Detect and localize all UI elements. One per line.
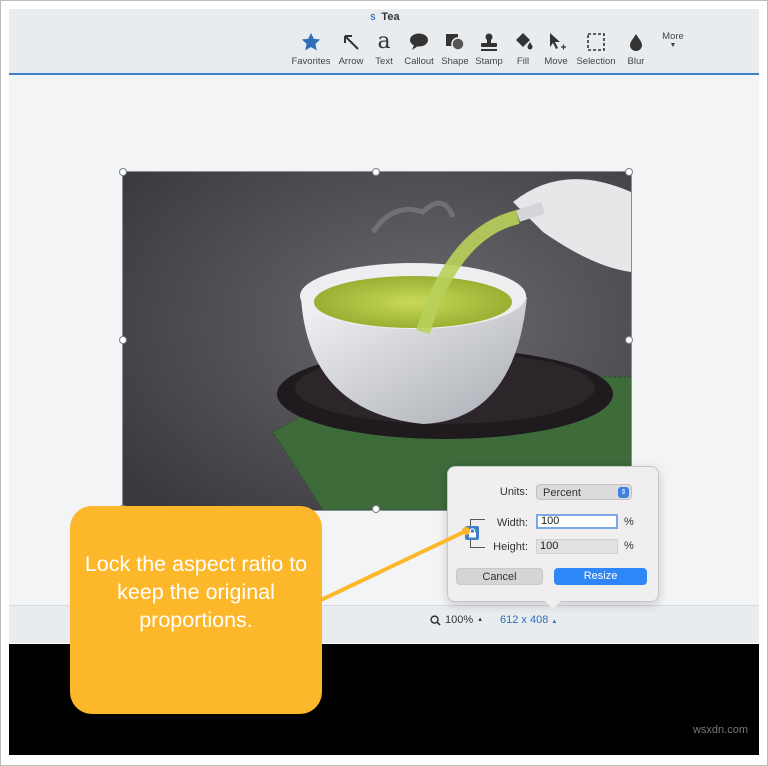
chevron-down-icon: ▼ <box>669 42 677 49</box>
watermark: wsxdn.com <box>692 724 748 736</box>
units-select[interactable]: Percent ⇕ <box>536 484 632 500</box>
tool-label: Blur <box>627 56 645 67</box>
resize-popover: Units: Percent ⇕ Width: 100 % Height: 10… <box>447 466 659 609</box>
resize-handle[interactable] <box>119 168 127 176</box>
tea-photo <box>123 172 631 510</box>
document-title: Tea <box>381 11 400 23</box>
resize-handle[interactable] <box>372 168 380 176</box>
width-unit: % <box>624 516 634 528</box>
dimensions-chevron-icon: ▲ <box>551 619 558 625</box>
height-field[interactable]: 100 <box>536 539 618 554</box>
resize-handle[interactable] <box>625 168 633 176</box>
width-label: Width: <box>496 517 528 529</box>
height-label: Height: <box>493 541 528 553</box>
callout-text: Lock the aspect ratio to keep the origin… <box>84 552 308 632</box>
dashed-square-icon <box>587 33 605 51</box>
magnifier-icon <box>430 614 441 626</box>
zoom-control[interactable]: 100% ▲ <box>430 614 483 626</box>
water-drop-icon <box>630 34 642 51</box>
image-dimensions-control[interactable]: 612 x 408 ▲ <box>500 614 557 626</box>
popover-arrow <box>545 601 561 609</box>
annotation-callout: Lock the aspect ratio to keep the origin… <box>70 506 322 714</box>
resize-handle[interactable] <box>625 336 633 344</box>
units-label: Units: <box>499 486 528 498</box>
width-field[interactable]: 100 <box>536 514 618 529</box>
text-a-icon: a <box>377 29 391 54</box>
app-badge-icon: S <box>370 12 376 22</box>
cancel-button[interactable]: Cancel <box>456 568 543 585</box>
height-unit: % <box>624 540 634 552</box>
up-down-chevron-icon: ⇕ <box>618 487 629 498</box>
toolbar: S Tea Favorites Arrow a Text Callout Shap… <box>9 9 759 75</box>
tool-more[interactable]: More ▼ <box>645 31 701 50</box>
window-title: S Tea <box>9 11 759 23</box>
resize-button[interactable]: Resize <box>554 568 647 585</box>
more-label: More <box>662 31 684 42</box>
image-canvas[interactable] <box>122 171 632 511</box>
cursor-move-icon <box>550 33 566 50</box>
lock-icon <box>468 528 476 538</box>
zoom-chevron-icon: ▲ <box>477 617 484 623</box>
resize-handle[interactable] <box>119 336 127 344</box>
resize-handle[interactable] <box>372 505 380 513</box>
star-icon <box>301 32 321 51</box>
image-dimensions: 612 x 408 <box>500 614 549 626</box>
units-value: Percent <box>543 487 581 499</box>
zoom-level: 100% <box>445 614 474 626</box>
